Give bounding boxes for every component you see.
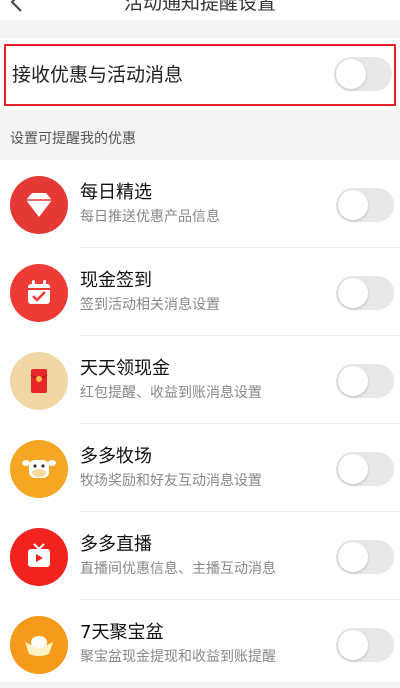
item-subtitle: 签到活动相关消息设置 [80, 297, 220, 313]
calendar-check-icon [10, 264, 68, 322]
toggle-knob [338, 542, 368, 572]
cash-checkin-toggle[interactable] [336, 276, 394, 310]
toggle-knob [338, 454, 368, 484]
receive-promotions-label: 接收优惠与活动消息 [12, 64, 184, 86]
pasture-toggle[interactable] [336, 452, 394, 486]
list-item-daily-cash: 天天领现金 红包提醒、收益到账消息设置 [0, 336, 400, 424]
treasure-bowl-toggle[interactable] [336, 628, 394, 662]
diamond-icon [10, 176, 68, 234]
item-subtitle: 直播间优惠信息、主播互动消息 [80, 561, 276, 577]
list-item-daily-picks: 每日精选 每日推送优惠产品信息 [0, 160, 400, 248]
cow-icon [10, 440, 68, 498]
list-item-pasture: 多多牧场 牧场奖励和好友互动消息设置 [0, 424, 400, 512]
item-title: 7天聚宝盆 [80, 622, 164, 643]
toggle-knob [338, 190, 368, 220]
page-title: 活动通知提醒设置 [123, 0, 276, 14]
promo-settings-list: 每日精选 每日推送优惠产品信息 现金签到 签到活动相关消息设置 天天领现金 红包… [0, 160, 400, 682]
receive-promotions-row: 接收优惠与活动消息 [0, 38, 400, 110]
item-title: 现金签到 [80, 270, 152, 291]
daily-cash-toggle[interactable] [336, 364, 394, 398]
live-toggle[interactable] [336, 540, 394, 574]
list-item-live: 多多直播 直播间优惠信息、主播互动消息 [0, 512, 400, 600]
receive-promotions-toggle[interactable] [334, 57, 392, 91]
toggle-knob [338, 630, 368, 660]
toggle-knob [338, 278, 368, 308]
item-title: 天天领现金 [80, 358, 170, 379]
toggle-knob [338, 366, 368, 396]
item-subtitle: 牧场奖励和好友互动消息设置 [80, 473, 262, 489]
item-title: 多多直播 [80, 534, 152, 555]
section-header: 设置可提醒我的优惠 [10, 131, 136, 147]
item-subtitle: 聚宝盆现金提现和收益到账提醒 [80, 649, 276, 665]
toggle-knob [336, 59, 366, 89]
red-envelope-icon [10, 352, 68, 410]
item-subtitle: 红包提醒、收益到账消息设置 [80, 385, 262, 401]
item-title: 多多牧场 [80, 446, 152, 467]
list-item-cash-checkin: 现金签到 签到活动相关消息设置 [0, 248, 400, 336]
list-item-treasure-bowl: 7天聚宝盆 聚宝盆现金提现和收益到账提醒 [0, 600, 400, 688]
top-bar: 活动通知提醒设置 [0, 0, 400, 20]
tv-icon [10, 528, 68, 586]
item-subtitle: 每日推送优惠产品信息 [80, 209, 220, 225]
gold-ingot-icon [10, 616, 68, 674]
daily-picks-toggle[interactable] [336, 188, 394, 222]
item-title: 每日精选 [80, 182, 152, 203]
